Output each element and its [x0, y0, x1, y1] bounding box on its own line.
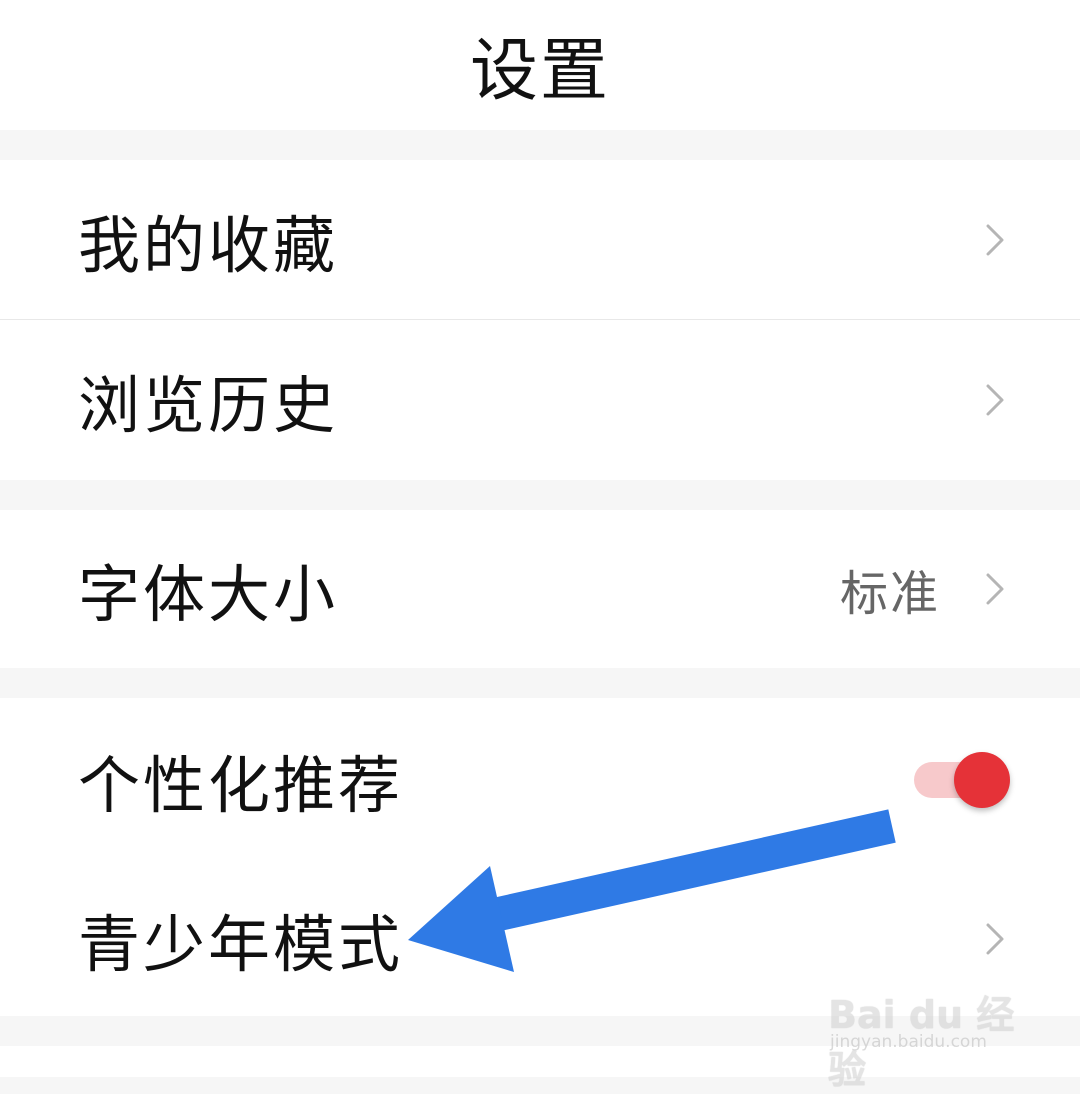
settings-item-font-size[interactable]: 字体大小 标准 [0, 510, 1080, 668]
toggle-knob [954, 752, 1010, 808]
settings-item-label: 青少年模式 [78, 908, 404, 981]
personalized-recommend-toggle[interactable] [914, 752, 1010, 808]
settings-item-label: 字体大小 [78, 558, 339, 631]
settings-item-history[interactable]: 浏览历史 [0, 320, 1080, 480]
chevron-right-icon [986, 573, 1004, 605]
settings-item-label: 浏览历史 [78, 369, 339, 442]
settings-group-2: 字体大小 标准 [0, 510, 1080, 668]
chevron-right-icon [986, 224, 1004, 256]
baidu-jingyan-watermark: Bai du 经验 jingyan.baidu.com [828, 960, 1028, 1092]
page-header: 设置 [0, 0, 1080, 130]
chevron-right-icon [986, 384, 1004, 416]
font-size-value: 标准 [839, 566, 940, 622]
settings-item-personalized-recommend: 个性化推荐 [0, 698, 1080, 862]
settings-group-1: 我的收藏 浏览历史 [0, 160, 1080, 480]
page-title: 设置 [469, 31, 610, 111]
settings-item-favorites[interactable]: 我的收藏 [0, 160, 1080, 320]
settings-item-label: 个性化推荐 [78, 749, 404, 822]
watermark-url: jingyan.baidu.com [830, 1032, 987, 1052]
chevron-right-icon [986, 923, 1004, 955]
settings-item-label: 我的收藏 [78, 209, 339, 282]
